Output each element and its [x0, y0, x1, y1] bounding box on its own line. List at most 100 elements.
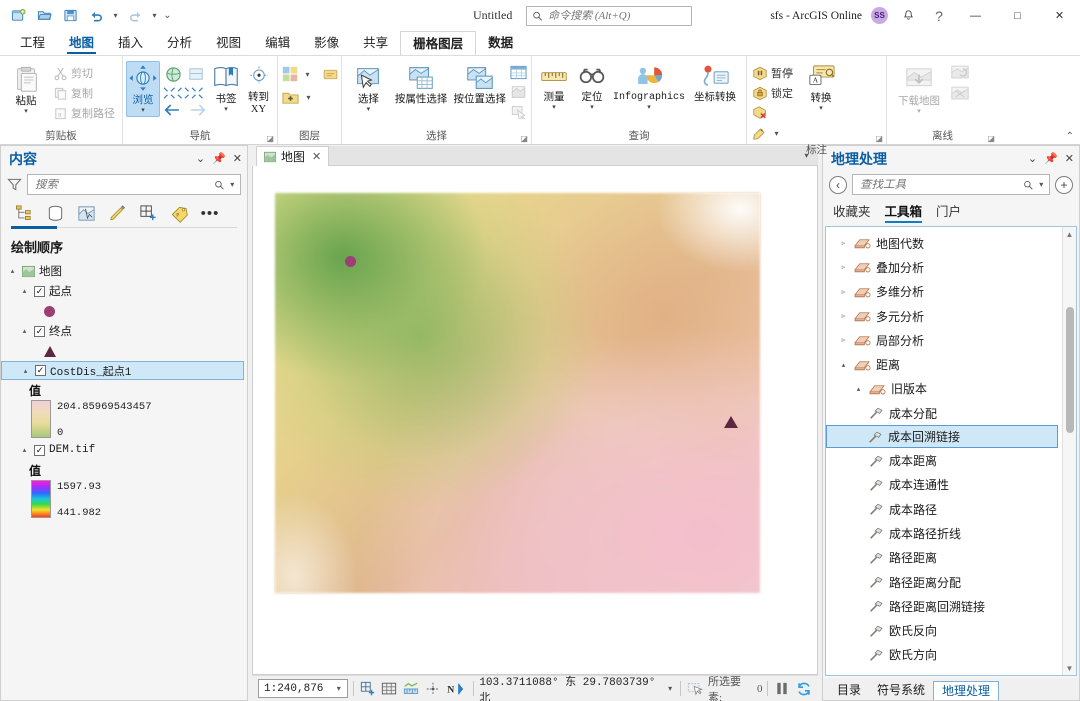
- command-search-input[interactable]: [548, 9, 687, 22]
- gp-item-overlay[interactable]: ▹ 叠加分析: [826, 255, 1062, 279]
- visibility-checkbox-start[interactable]: ✓: [34, 285, 45, 297]
- data-source-icon[interactable]: [42, 201, 68, 225]
- navigate-dialog-launcher[interactable]: ◪: [266, 134, 274, 143]
- visibility-checkbox-costdis[interactable]: ✓: [35, 365, 46, 376]
- map-scale-dropdown-icon[interactable]: ▾: [333, 684, 344, 694]
- lock-labels-button[interactable]: 锁定: [750, 83, 795, 103]
- select-by-location-button[interactable]: 按位置选择: [450, 61, 509, 108]
- new-project-icon[interactable]: [6, 5, 30, 27]
- full-extent-icon[interactable]: [164, 65, 183, 84]
- gp-tool-path-distance-allocation[interactable]: 路径距离分配: [826, 570, 1062, 594]
- infographics-button[interactable]: Infographics ▾: [611, 61, 687, 113]
- gp-tool-cost-allocation[interactable]: 成本分配: [826, 401, 1062, 425]
- save-project-icon[interactable]: [58, 5, 82, 27]
- explore-button[interactable]: 浏览 ▾: [126, 61, 160, 117]
- download-map-dropdown-icon[interactable]: ▾: [917, 108, 921, 115]
- sync-icon[interactable]: [950, 64, 970, 81]
- gp-item-multivariate[interactable]: ▹ 多元分析: [826, 304, 1062, 328]
- gp-tool-cost-path[interactable]: 成本路径: [826, 497, 1062, 521]
- customize-qat-icon[interactable]: ⌄: [162, 10, 173, 21]
- ribbon-tab-insert[interactable]: 插入: [106, 31, 155, 55]
- gp-tool-cost-back-link[interactable]: 成本回溯链接: [826, 425, 1058, 449]
- label-style-button[interactable]: ▾: [750, 123, 795, 143]
- gp-item-local[interactable]: ▹ 局部分析: [826, 328, 1062, 352]
- contents-panel-menu-icon[interactable]: ⌄: [196, 153, 205, 165]
- add-data-dropdown-icon[interactable]: ▾: [303, 93, 314, 102]
- north-arrow-icon[interactable]: N: [446, 680, 468, 698]
- expand-toggle-map-algebra-icon[interactable]: ▹: [838, 239, 849, 247]
- basemap-icon[interactable]: [281, 65, 299, 83]
- notification-bell-icon[interactable]: [897, 5, 919, 27]
- window-maximize-button[interactable]: □: [1001, 1, 1034, 31]
- gp-item-multidimension[interactable]: ▹ 多维分析: [826, 280, 1062, 304]
- previous-extent-icon[interactable]: [163, 103, 181, 117]
- toc-item-dem-layer[interactable]: ▴ ✓ DEM.tif: [1, 440, 247, 460]
- gp-tool-path-distance[interactable]: 路径距离: [826, 546, 1062, 570]
- explore-dropdown-icon[interactable]: ▾: [141, 107, 145, 114]
- add-data-icon[interactable]: [281, 88, 300, 107]
- back-arrow-icon[interactable]: ‹: [829, 175, 847, 194]
- coordinate-conversion-button[interactable]: 坐标转换: [687, 61, 743, 106]
- select-button[interactable]: 选择 ▾: [345, 61, 392, 115]
- snapping-icon[interactable]: [135, 201, 161, 225]
- locate-dropdown-icon[interactable]: ▾: [590, 104, 594, 111]
- window-close-button[interactable]: ✕: [1043, 1, 1076, 31]
- ribbon-tab-edit[interactable]: 编辑: [253, 31, 302, 55]
- select-by-attribute-button[interactable]: 按属性选择: [392, 61, 451, 108]
- geoprocessing-scrollbar[interactable]: ▲ ▼: [1062, 227, 1076, 675]
- copy-button[interactable]: 复制: [51, 83, 117, 103]
- editing-icon[interactable]: [104, 201, 130, 225]
- more-options-icon[interactable]: •••: [197, 201, 223, 225]
- next-extent-icon[interactable]: [189, 103, 207, 117]
- visibility-checkbox-dem[interactable]: ✓: [34, 444, 45, 456]
- bookmarks-dropdown-icon[interactable]: ▾: [224, 106, 228, 113]
- labeling-icon[interactable]: P: [166, 201, 192, 225]
- contents-search-box[interactable]: ▾: [27, 174, 241, 195]
- window-minimize-button[interactable]: —: [959, 1, 992, 31]
- collapse-ribbon-icon[interactable]: ⌃: [1066, 131, 1074, 142]
- gp-tool-euclidean-back-direction[interactable]: 欧氏反向: [826, 618, 1062, 642]
- gp-tab-portal[interactable]: 门户: [936, 201, 961, 223]
- expand-toggle-legacy-icon[interactable]: ▴: [853, 385, 864, 393]
- scroll-up-icon[interactable]: ▲: [1066, 227, 1074, 241]
- measure-scale-icon[interactable]: [403, 680, 420, 698]
- clear-labels-button[interactable]: [750, 103, 795, 123]
- gp-tool-cost-distance[interactable]: 成本距离: [826, 448, 1062, 472]
- drawing-order-icon[interactable]: [11, 201, 37, 225]
- infographics-dropdown-icon[interactable]: ▾: [647, 104, 651, 111]
- manage-replica-icon[interactable]: [950, 85, 970, 102]
- selection-tool-icon[interactable]: [686, 680, 703, 698]
- scrollbar-thumb[interactable]: [1065, 307, 1074, 433]
- add-grid-icon[interactable]: [359, 680, 376, 698]
- select-dropdown-icon[interactable]: ▾: [367, 106, 371, 113]
- cut-button[interactable]: 剪切: [51, 63, 117, 83]
- locate-button[interactable]: 定位 ▾: [573, 61, 611, 113]
- start-point-marker[interactable]: [345, 256, 356, 267]
- expand-toggle-dem-icon[interactable]: ▴: [19, 446, 30, 454]
- offline-dialog-launcher[interactable]: ◪: [987, 134, 995, 143]
- contents-panel-pin-icon[interactable]: 📌: [212, 153, 226, 165]
- paste-dropdown-icon[interactable]: ▾: [24, 108, 28, 115]
- expand-toggle-overlay-icon[interactable]: ▹: [838, 263, 849, 271]
- crosshair-icon[interactable]: [425, 680, 442, 698]
- geoprocessing-search-dropdown-icon[interactable]: ▾: [1037, 180, 1046, 189]
- gp-tool-cost-connectivity[interactable]: 成本连通性: [826, 473, 1062, 497]
- contents-search-dropdown-icon[interactable]: ▾: [227, 180, 237, 189]
- map-view-tab[interactable]: 地图 ✕: [256, 146, 330, 166]
- contents-search-input[interactable]: [35, 178, 211, 191]
- toc-symbol-start[interactable]: [1, 301, 247, 321]
- measure-dropdown-icon[interactable]: ▾: [552, 104, 556, 111]
- ribbon-tab-project[interactable]: 工程: [8, 31, 57, 55]
- refresh-icon[interactable]: [795, 680, 812, 698]
- measure-button[interactable]: 测量 ▾: [535, 61, 573, 113]
- map-tab-close-icon[interactable]: ✕: [312, 150, 321, 163]
- expand-toggle-distance-icon[interactable]: ▴: [838, 361, 849, 369]
- scroll-down-icon[interactable]: ▼: [1066, 661, 1074, 675]
- expand-toggle-map-icon[interactable]: ▴: [7, 267, 18, 275]
- map-scale-combobox[interactable]: 1:240,876 ▾: [258, 679, 349, 698]
- add-preset-icon[interactable]: [322, 66, 339, 83]
- account-name[interactable]: sfs - ArcGIS Online: [770, 10, 862, 22]
- convert-labels-dropdown-icon[interactable]: ▾: [819, 105, 823, 112]
- add-toolbox-icon[interactable]: +: [1055, 175, 1073, 194]
- toc-item-start-layer[interactable]: ▴ ✓ 起点: [1, 281, 247, 301]
